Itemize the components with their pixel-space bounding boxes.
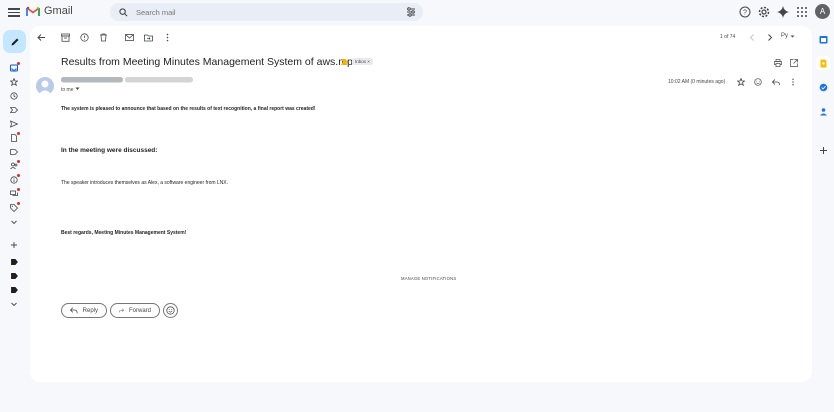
compose-button[interactable] <box>3 30 26 53</box>
email-speaker-line: The speaker introduces themselves as Ale… <box>61 180 229 186</box>
label-icon[interactable] <box>10 148 18 156</box>
sender-name-redacted <box>61 77 193 83</box>
input-tools-label: Ру <box>781 33 789 39</box>
more-chevron-icon[interactable] <box>10 218 18 226</box>
star-icon[interactable] <box>10 78 18 86</box>
add-addon-icon[interactable] <box>819 146 828 155</box>
important-marker-icon[interactable] <box>341 59 348 65</box>
recipient-text: to me <box>61 87 74 93</box>
emoji-react-icon[interactable] <box>754 78 762 86</box>
contacts-icon[interactable] <box>10 160 20 170</box>
email-timestamp: 10:02 AM (0 minutes ago) <box>668 79 726 85</box>
input-tools-selector[interactable]: Ру <box>781 33 795 39</box>
email-subject: Results from Meeting Minutes Management … <box>61 56 359 68</box>
smiley-icon <box>166 306 175 315</box>
contacts-app-icon[interactable] <box>819 107 828 116</box>
move-to-icon[interactable] <box>144 33 153 42</box>
add-label-icon[interactable] <box>10 241 18 249</box>
label-icon[interactable] <box>10 272 18 280</box>
more-options-icon[interactable] <box>163 33 172 42</box>
snooze-icon[interactable] <box>10 92 18 100</box>
delete-icon[interactable] <box>99 33 108 42</box>
inbox-label-text: Inbox <box>355 59 367 64</box>
gmail-logo-icon <box>26 6 40 16</box>
label-icon[interactable] <box>10 258 18 266</box>
forward-label: Forward <box>128 307 151 314</box>
top-bar: Gmail ? A <box>0 0 834 26</box>
drafts-icon[interactable] <box>10 132 20 142</box>
recipient-line[interactable]: to me <box>61 87 80 93</box>
label-icon[interactable] <box>10 286 18 294</box>
search-input[interactable] <box>136 7 386 17</box>
forward-button[interactable]: Forward <box>110 303 160 318</box>
important-icon[interactable] <box>10 106 18 114</box>
dropdown-arrow-icon <box>790 35 795 37</box>
message-more-options-icon[interactable] <box>789 78 797 86</box>
inbox-label-badge[interactable]: Inbox × <box>352 58 373 65</box>
reply-label: Reply <box>82 307 98 314</box>
app-name: Gmail <box>44 5 73 17</box>
star-icon[interactable] <box>737 78 745 86</box>
tag-icon[interactable] <box>10 202 20 212</box>
email-intro: The system is pleased to announce that b… <box>61 106 316 112</box>
gmail-logo[interactable]: Gmail <box>26 5 73 17</box>
report-spam-icon[interactable] <box>80 33 89 42</box>
inbox-icon[interactable] <box>10 62 20 72</box>
info-icon[interactable] <box>10 174 20 184</box>
email-signoff: Best regards, Meeting Minutes Management… <box>61 230 187 236</box>
gemini-sparkle-icon[interactable] <box>777 6 789 18</box>
settings-gear-icon[interactable] <box>758 6 770 18</box>
pager-count: 1 of 74 <box>720 34 736 40</box>
pencil-icon <box>11 38 18 45</box>
emoji-reaction-button[interactable] <box>163 303 178 318</box>
manage-notifications-link[interactable]: MANAGE NOTIFICATIONS <box>401 276 456 281</box>
calendar-icon[interactable] <box>819 35 828 44</box>
back-arrow-icon[interactable] <box>37 33 46 42</box>
email-section-heading: In the meeting were discussed: <box>61 147 158 154</box>
message-view: 1 of 74 Ру Results from Meeting Minutes … <box>30 26 812 382</box>
mark-unread-icon[interactable] <box>125 33 134 42</box>
reply-button[interactable]: Reply <box>61 303 107 318</box>
open-in-new-window-icon[interactable] <box>790 59 798 67</box>
tasks-icon[interactable] <box>819 83 828 92</box>
reply-icon <box>70 307 78 314</box>
archive-icon[interactable] <box>61 33 70 42</box>
apps-grid-icon[interactable] <box>796 6 808 18</box>
sent-icon[interactable] <box>10 120 18 128</box>
sender-avatar[interactable] <box>36 77 54 95</box>
newer-chevron-icon[interactable] <box>748 33 757 42</box>
support-icon[interactable]: ? <box>739 6 751 18</box>
older-chevron-icon[interactable] <box>765 33 774 42</box>
forward-icon <box>119 308 124 313</box>
recipient-details-arrow-icon <box>75 87 80 90</box>
keep-icon[interactable] <box>819 59 828 68</box>
person-icon <box>38 80 52 95</box>
main-menu-icon[interactable] <box>8 6 20 18</box>
print-icon[interactable] <box>774 59 782 67</box>
forum-icon[interactable] <box>10 188 20 198</box>
search-bar[interactable] <box>110 3 423 21</box>
svg-text:?: ? <box>743 10 747 17</box>
reply-arrow-icon[interactable] <box>772 78 780 86</box>
more-labels-chevron-icon[interactable] <box>10 300 18 308</box>
account-avatar[interactable]: A <box>815 4 830 19</box>
search-icon[interactable] <box>116 5 130 19</box>
search-options-icon[interactable] <box>405 6 417 18</box>
